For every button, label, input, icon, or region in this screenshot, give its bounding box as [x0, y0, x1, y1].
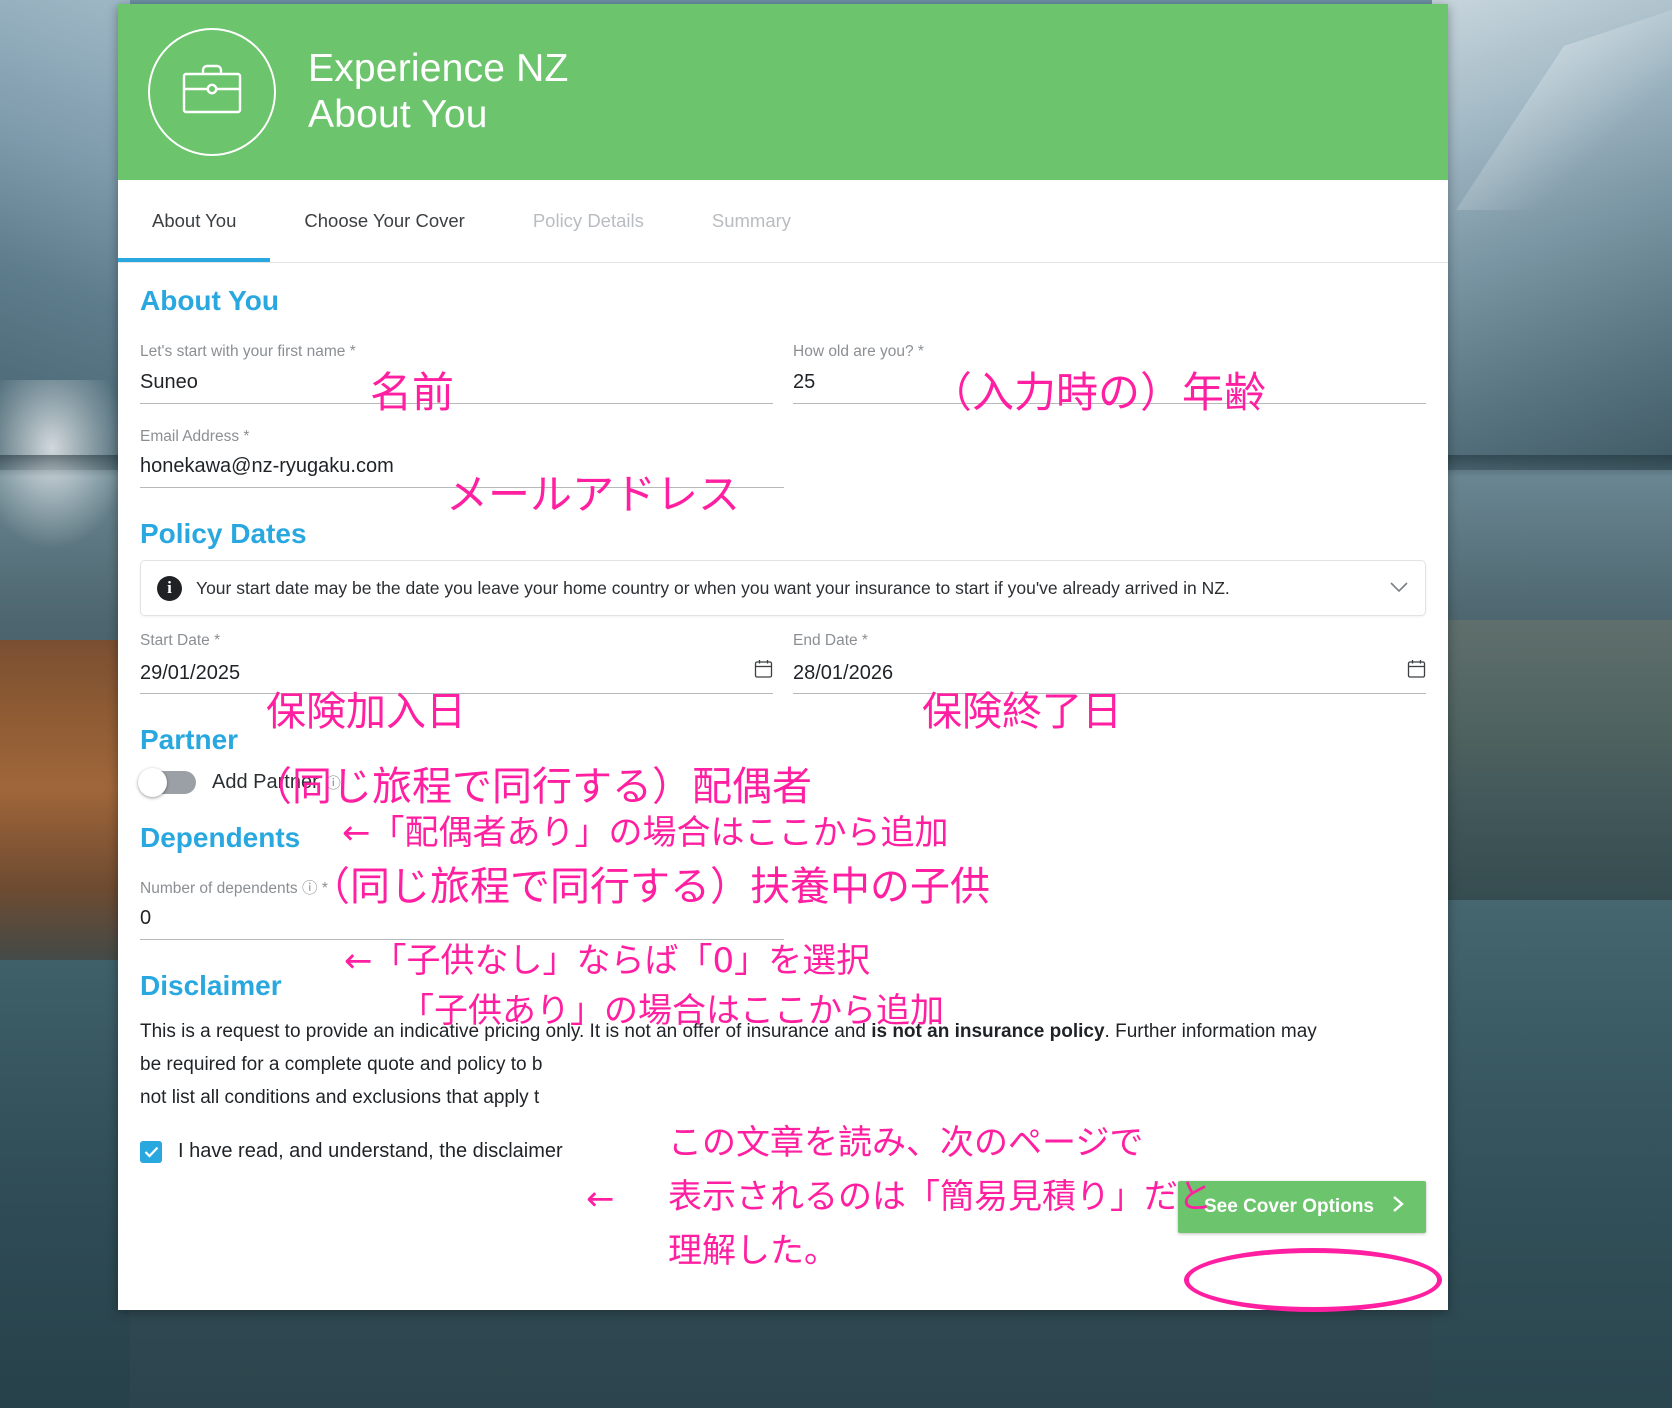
dependents-required-mark: *	[321, 879, 328, 897]
page-title: About You	[308, 93, 488, 136]
age-label: How old are you? *	[793, 343, 924, 360]
row-dates: Start Date * 29/01/2025 End Date * 28/01…	[140, 616, 1426, 702]
add-partner-toggle[interactable]	[138, 768, 196, 798]
background-lake-left	[0, 960, 130, 1408]
field-email: Email Address * honekawa@nz-ryugaku.com	[140, 412, 784, 497]
field-start-date: Start Date * 29/01/2025	[140, 616, 773, 702]
disclaimer-checkbox-label: I have read, and understand, the disclai…	[178, 1140, 563, 1163]
info-icon: i	[157, 575, 182, 601]
row-dependents: Number of dependents ⓘ * 0	[140, 864, 1426, 949]
tab-choose-your-cover[interactable]: Choose Your Cover	[270, 180, 498, 262]
field-number-of-dependents: Number of dependents ⓘ * 0	[140, 864, 784, 949]
first-name-input[interactable]: Suneo	[140, 370, 773, 404]
see-cover-options-button[interactable]: See Cover Options	[1178, 1181, 1426, 1234]
section-title-dependents: Dependents	[140, 821, 301, 853]
field-end-date: End Date * 28/01/2026	[793, 616, 1426, 702]
row-name-age: Let's start with your first name * Suneo…	[140, 327, 1426, 412]
calendar-icon-end[interactable]	[1407, 659, 1426, 686]
chevron-right-icon	[1392, 1195, 1404, 1219]
section-title-about-you: About You	[140, 285, 279, 316]
tab-policy-details: Policy Details	[532, 210, 644, 231]
end-date-label: End Date *	[793, 632, 868, 650]
end-date-input-wrap[interactable]: 28/01/2026	[793, 659, 1426, 694]
start-date-label: Start Date *	[140, 632, 221, 650]
disclaimer-line1-b: . Further information may	[1104, 1021, 1317, 1043]
card-footer: See Cover Options	[140, 1163, 1426, 1239]
chevron-down-icon[interactable]	[1389, 578, 1409, 598]
disclaimer-checkbox[interactable]	[140, 1140, 162, 1163]
dependents-label-text: Number of dependents	[140, 879, 298, 897]
disclaimer-paragraph: This is a request to provide an indicati…	[140, 1016, 1426, 1114]
field-age: How old are you? * 25	[793, 327, 1426, 412]
policy-dates-info-banner[interactable]: i Your start date may be the date you le…	[140, 560, 1426, 617]
tab-about-you[interactable]: About You	[118, 180, 271, 262]
start-date-input-wrap[interactable]: 29/01/2025	[140, 659, 773, 694]
briefcase-icon	[181, 63, 243, 122]
end-date-value[interactable]: 28/01/2026	[793, 661, 893, 686]
section-title-disclaimer: Disclaimer	[140, 970, 282, 1002]
disclaimer-checkbox-row: I have read, and understand, the disclai…	[140, 1140, 1426, 1163]
help-icon-partner[interactable]: ⓘ	[326, 772, 341, 793]
background-trees-right	[1432, 620, 1672, 920]
email-input[interactable]: honekawa@nz-ryugaku.com	[140, 454, 784, 489]
form-body: About You Let's start with your first na…	[118, 285, 1448, 1239]
email-label: Email Address *	[140, 427, 250, 445]
row-email: Email Address * honekawa@nz-ryugaku.com	[140, 412, 1426, 497]
background-lake-right	[1432, 900, 1672, 1408]
field-first-name: Let's start with your first name * Suneo	[140, 327, 773, 412]
start-date-value[interactable]: 29/01/2025	[140, 661, 240, 686]
first-name-label: Let's start with your first name *	[140, 343, 356, 360]
add-partner-label: Add Partner ⓘ	[212, 771, 341, 794]
disclaimer-line3: not list all conditions and exclusions t…	[140, 1086, 540, 1108]
calendar-icon-start[interactable]	[754, 659, 773, 686]
dependents-select[interactable]: 0	[140, 906, 784, 941]
quote-form-card: Experience NZ About You About You Choose…	[118, 4, 1448, 1310]
info-banner-text: Your start date may be the date you leav…	[196, 577, 1230, 598]
background-autumn-trees-left	[0, 640, 130, 970]
help-icon-dependents[interactable]: ⓘ	[302, 880, 318, 897]
disclaimer-line1-a: This is a request to provide an indicati…	[140, 1021, 872, 1043]
disclaimer-line2: be required for a complete quote and pol…	[140, 1054, 543, 1076]
toggle-knob	[138, 768, 167, 798]
add-partner-label-text: Add Partner	[212, 771, 319, 794]
brand-logo	[148, 28, 276, 156]
section-title-partner: Partner	[140, 723, 239, 755]
wizard-tabs: About You Choose Your Cover Policy Detai…	[118, 180, 1448, 263]
dependents-label: Number of dependents ⓘ *	[140, 880, 784, 899]
brand-name: Experience NZ	[308, 46, 569, 90]
see-cover-options-label: See Cover Options	[1204, 1196, 1374, 1218]
card-header: Experience NZ About You	[118, 4, 1448, 180]
add-partner-row: Add Partner ⓘ	[138, 766, 1426, 800]
disclaimer-line1-bold: is not an insurance policy	[871, 1021, 1105, 1043]
brand-text-block: Experience NZ About You	[308, 46, 569, 138]
section-title-policy-dates: Policy Dates	[140, 518, 307, 550]
tab-summary: Summary	[711, 210, 792, 231]
age-input[interactable]: 25	[793, 370, 1426, 404]
